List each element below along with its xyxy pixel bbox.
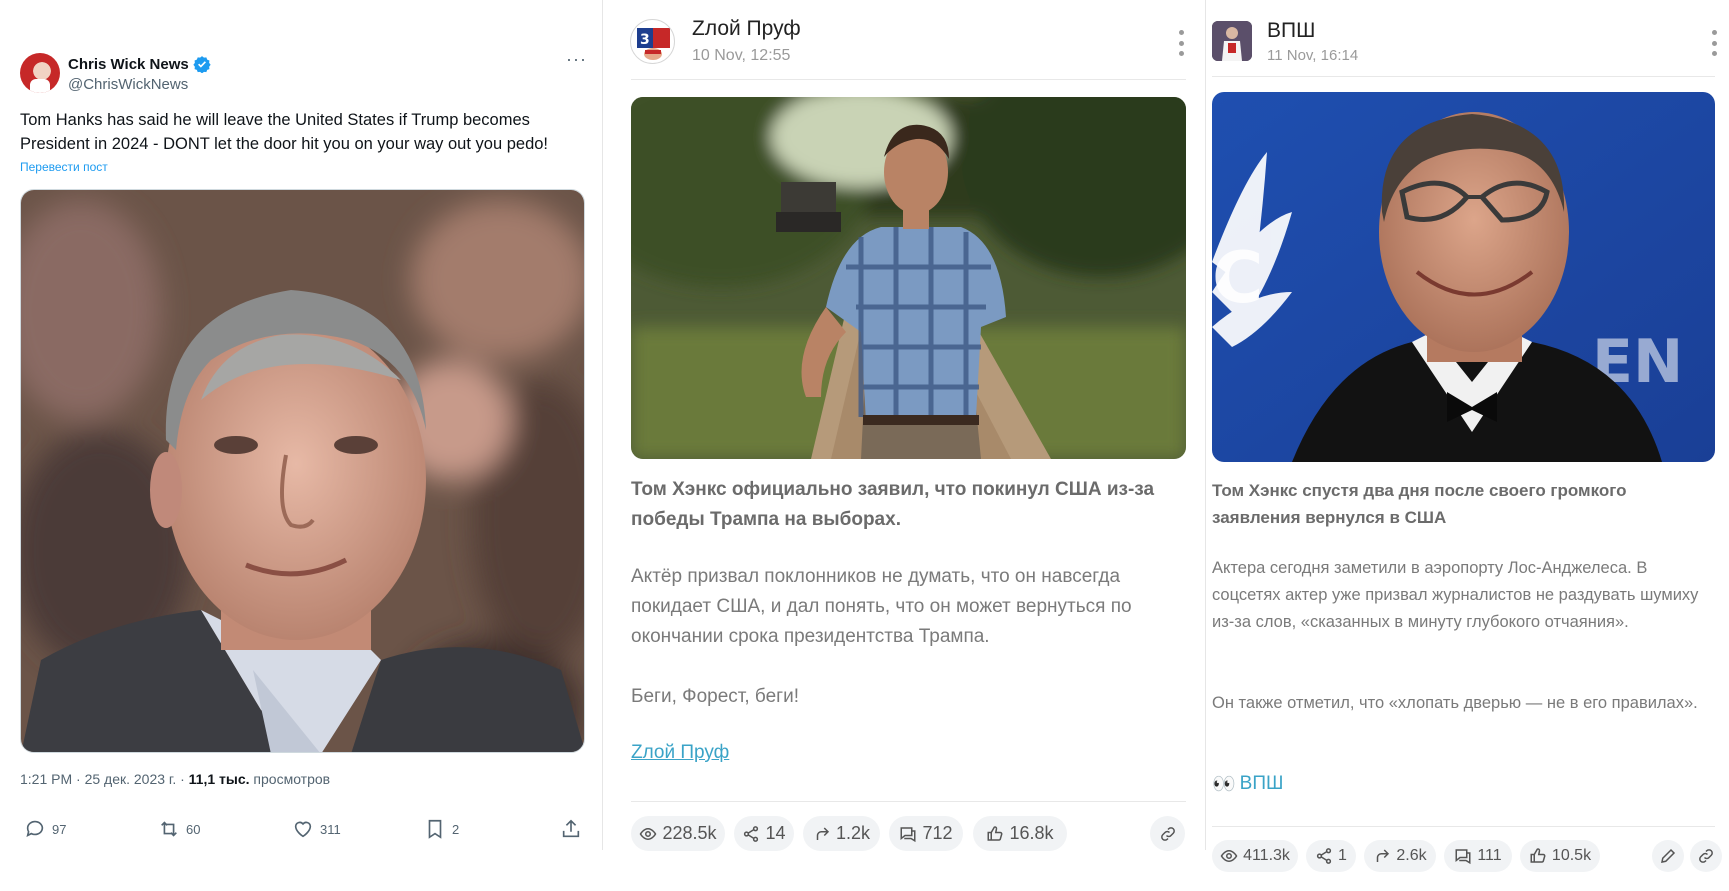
channel-signature-link[interactable]: ВПШ: [1240, 773, 1284, 795]
bookmark-icon: [428, 819, 442, 839]
repost-count: 60: [186, 821, 201, 837]
author-name[interactable]: Chris Wick News: [68, 56, 189, 73]
pencil-icon: [1661, 848, 1676, 863]
post-headline: Том Хэнкс официально заявил, что покинул…: [631, 479, 1155, 530]
channel-post-vpsh: ВПШ 11 Nov, 16:14 C EN Том Хэнкс спустя …: [1206, 0, 1729, 891]
footer-separator: [631, 801, 1186, 802]
eye-icon: [640, 827, 657, 840]
like-icon: [294, 821, 312, 838]
copy-link-button[interactable]: [1690, 840, 1722, 872]
like-count: 16.8k: [1009, 823, 1054, 843]
header-separator: [1212, 76, 1715, 77]
link-icon: [1160, 826, 1175, 841]
channel-avatar[interactable]: [1212, 21, 1252, 61]
thumbs-up-icon: [987, 825, 1003, 841]
comments-button[interactable]: 712: [889, 816, 963, 851]
translate-link[interactable]: Перевести пост: [20, 160, 108, 174]
author-name-row[interactable]: Chris Wick News: [68, 55, 211, 73]
views-counter: 411.3k: [1212, 840, 1298, 872]
thumbs-up-icon: [1530, 848, 1546, 863]
author-avatar[interactable]: [20, 53, 60, 93]
share-icon: [1316, 848, 1332, 864]
post-tagline: Беги, Форест, беги!: [631, 686, 799, 707]
header-separator: [631, 79, 1186, 80]
tweet-action-bar: 97 60 311 2: [20, 818, 590, 844]
reply-button[interactable]: 97: [24, 818, 66, 840]
channel-name[interactable]: ВПШ: [1267, 19, 1315, 43]
repost-button[interactable]: 60: [158, 818, 200, 840]
post-date: 11 Nov, 16:14: [1267, 47, 1359, 64]
reply-count: 97: [52, 821, 67, 837]
share-stat-button[interactable]: 14: [734, 816, 794, 851]
link-icon: [1699, 849, 1713, 863]
like-count: 311: [320, 821, 341, 837]
comment-count: 111: [1477, 847, 1502, 864]
post-body-paragraph: Актёр призвал поклонников не думать, что…: [631, 566, 1132, 647]
like-button[interactable]: 311: [292, 818, 341, 840]
post-menu-icon[interactable]: [1177, 30, 1185, 56]
post-headline: Том Хэнкс спустя два дня после своего гр…: [1212, 481, 1627, 527]
post-photo[interactable]: C EN: [1212, 92, 1715, 462]
post-body-paragraph: Актера сегодня заметили в аэропорту Лос-…: [1212, 559, 1699, 631]
tweet-text: Tom Hanks has said he will leave the Uni…: [20, 111, 548, 153]
tweet-column: Chris Wick News @ChrisWickNews ··· Tom H…: [0, 0, 601, 891]
channel-logo-icon: [1212, 21, 1252, 61]
channel-logo-icon: 3: [637, 28, 670, 60]
copy-link-button[interactable]: [1150, 816, 1185, 851]
share-count: 1: [1338, 847, 1347, 864]
share-icon: [744, 825, 759, 842]
tweet-photo[interactable]: [20, 189, 585, 753]
like-count: 10.5k: [1551, 847, 1592, 864]
forward-arrow-icon: [1377, 849, 1390, 862]
tom-hanks-portrait-image: [21, 190, 584, 752]
post-menu-icon[interactable]: [1710, 30, 1718, 56]
svg-text:3: 3: [640, 32, 650, 48]
forward-count: 1.2k: [835, 823, 871, 843]
verified-badge-icon: [193, 56, 211, 73]
post-photo[interactable]: [631, 97, 1186, 459]
comment-icon: [900, 826, 916, 842]
forward-stat-button[interactable]: 2.6k: [1364, 840, 1436, 872]
footer-separator: [1212, 826, 1715, 827]
reply-icon: [26, 820, 44, 837]
channel-signature: 👀 ВПШ: [1212, 772, 1283, 796]
channel-avatar[interactable]: 3: [630, 19, 675, 64]
share-icon: [562, 819, 580, 838]
eye-icon: [1220, 849, 1238, 863]
channel-name[interactable]: Ζлой Пруф: [692, 17, 801, 41]
views-count: 411.3k: [1243, 847, 1290, 864]
forward-stat-button[interactable]: 1.2k: [803, 816, 880, 851]
eyes-emoji-icon: 👀: [1212, 774, 1236, 795]
forward-count: 2.6k: [1396, 847, 1427, 864]
edit-button[interactable]: [1652, 840, 1684, 872]
channel-signature-link[interactable]: Ζлой Пруф: [631, 742, 729, 764]
comments-button[interactable]: 111: [1444, 840, 1512, 872]
bookmark-count: 2: [452, 821, 460, 837]
views-counter: 228.5k: [631, 816, 725, 851]
share-count: 14: [765, 823, 786, 843]
views-label: просмотров: [249, 771, 331, 787]
more-icon[interactable]: ···: [566, 50, 586, 72]
tweet-meta: 1:21 PM · 25 дек. 2023 г. · 11,1 тыс. пр…: [20, 771, 330, 787]
like-stat-button[interactable]: 16.8k: [973, 816, 1067, 851]
forrest-gump-running-image: [631, 97, 1186, 459]
views-count: 228.5k: [662, 823, 717, 843]
svg-text:C: C: [1212, 237, 1263, 319]
comment-count: 712: [922, 823, 953, 843]
bookmark-button[interactable]: 2: [424, 818, 459, 840]
view-count: 11,1 тыс.: [188, 771, 250, 787]
tweet-timestamp[interactable]: 1:21 PM · 25 дек. 2023 г. ·: [20, 771, 189, 787]
repost-icon: [161, 821, 177, 837]
tom-hanks-smiling-image: C EN: [1212, 92, 1715, 462]
post-body-paragraph-2: Он также отметил, что «хлопать дверью — …: [1212, 694, 1698, 712]
like-stat-button[interactable]: 10.5k: [1520, 840, 1600, 872]
author-handle[interactable]: @ChrisWickNews: [68, 76, 188, 93]
forward-arrow-icon: [816, 826, 830, 840]
post-date: 10 Nov, 12:55: [692, 47, 791, 64]
share-button[interactable]: [560, 818, 582, 840]
share-stat-button[interactable]: 1: [1306, 840, 1356, 872]
channel-post-zloy-pruf: 3 Ζлой Пруф 10 Nov, 12:55 Том Хэнкс офиц…: [603, 0, 1203, 891]
comment-icon: [1455, 849, 1471, 865]
